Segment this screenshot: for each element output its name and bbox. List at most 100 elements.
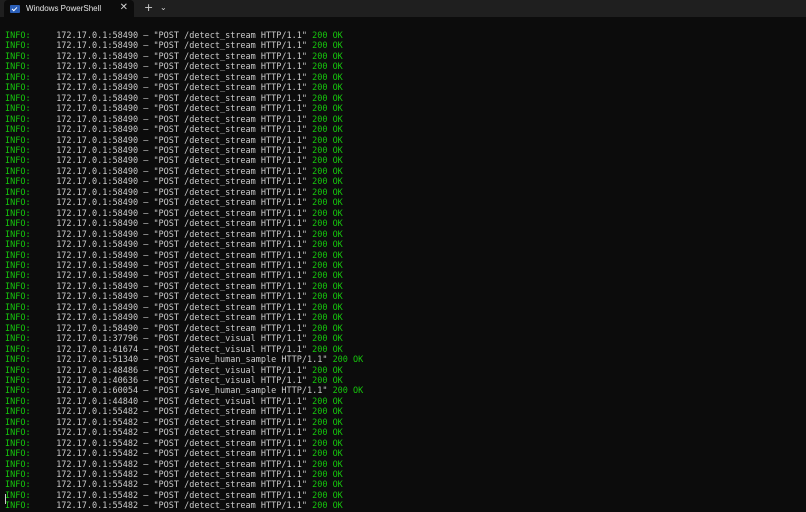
log-level: INFO: <box>5 334 31 345</box>
log-level: INFO: <box>5 386 31 397</box>
log-line: INFO: 172.17.0.1:60054 – "POST /save_hum… <box>5 386 364 397</box>
status-code: 200 OK <box>312 344 343 355</box>
log-line: INFO: 172.17.0.1:41674 – "POST /detect_v… <box>5 344 343 355</box>
request-line: "POST /detect_visual HTTP/1.1" <box>153 396 307 407</box>
log-line: INFO: 172.17.0.1:55482 – "POST /detect_s… <box>5 417 343 428</box>
request-line: "POST /detect_stream HTTP/1.1" <box>153 417 307 428</box>
request-line: "POST /detect_stream HTTP/1.1" <box>153 145 307 156</box>
log-level: INFO: <box>5 428 31 439</box>
request-line: "POST /detect_stream HTTP/1.1" <box>153 229 307 240</box>
log-level: INFO: <box>5 438 31 449</box>
log-level: INFO: <box>5 292 31 303</box>
request-line: "POST /detect_stream HTTP/1.1" <box>153 281 307 292</box>
log-line: INFO: 172.17.0.1:55482 – "POST /detect_s… <box>5 438 343 449</box>
client-address: 172.17.0.1:58490 <box>56 93 139 104</box>
client-address: 172.17.0.1:58490 <box>56 51 139 62</box>
text-cursor <box>5 494 6 504</box>
status-code: 200 OK <box>312 480 343 491</box>
status-code: 200 OK <box>312 145 343 156</box>
status-code: 200 OK <box>332 386 364 397</box>
request-line: "POST /detect_stream HTTP/1.1" <box>153 490 307 501</box>
log-level: INFO: <box>5 166 31 177</box>
status-code: 200 OK <box>312 271 343 282</box>
client-address: 172.17.0.1:41674 <box>56 344 139 355</box>
status-code: 200 OK <box>312 417 343 428</box>
status-code: 200 OK <box>312 104 343 115</box>
log-line: INFO: 172.17.0.1:55482 – "POST /detect_s… <box>5 470 343 481</box>
client-address: 172.17.0.1:55482 <box>56 480 139 491</box>
request-line: "POST /detect_stream HTTP/1.1" <box>153 177 307 188</box>
client-address: 172.17.0.1:58490 <box>56 41 139 52</box>
log-line: INFO: 172.17.0.1:58490 – "POST /detect_s… <box>5 51 343 62</box>
log-level: INFO: <box>5 313 31 324</box>
log-line: INFO: 172.17.0.1:55482 – "POST /detect_s… <box>5 480 343 491</box>
client-address: 172.17.0.1:58490 <box>56 208 139 219</box>
status-code: 200 OK <box>312 313 343 324</box>
request-line: "POST /detect_stream HTTP/1.1" <box>153 83 307 94</box>
log-level: INFO: <box>5 480 31 491</box>
status-code: 200 OK <box>312 396 343 407</box>
status-code: 200 OK <box>312 177 343 188</box>
log-level: INFO: <box>5 177 31 188</box>
client-address: 172.17.0.1:55482 <box>56 470 139 481</box>
log-level: INFO: <box>5 31 31 41</box>
client-address: 172.17.0.1:58490 <box>56 198 139 209</box>
client-address: 172.17.0.1:58490 <box>56 145 139 156</box>
title-bar: Windows PowerShell ✕ + ⌄ <box>0 0 806 17</box>
client-address: 172.17.0.1:58490 <box>56 187 139 198</box>
log-line: INFO: 172.17.0.1:48486 – "POST /detect_v… <box>5 365 343 376</box>
request-line: "POST /detect_stream HTTP/1.1" <box>153 428 307 439</box>
client-address: 172.17.0.1:58490 <box>56 135 139 146</box>
log-line: INFO: 172.17.0.1:55482 – "POST /detect_s… <box>5 459 343 470</box>
tab-windows-powershell[interactable]: Windows PowerShell ✕ <box>4 0 134 17</box>
status-code: 200 OK <box>312 334 343 345</box>
request-line: "POST /detect_stream HTTP/1.1" <box>153 480 307 491</box>
client-address: 172.17.0.1:58490 <box>56 240 139 251</box>
status-code: 200 OK <box>312 470 343 481</box>
status-code: 200 OK <box>312 292 343 303</box>
client-address: 172.17.0.1:55482 <box>56 428 139 439</box>
log-line: INFO: 172.17.0.1:55482 – "POST /detect_s… <box>5 449 343 460</box>
status-code: 200 OK <box>312 83 343 94</box>
status-code: 200 OK <box>312 240 343 251</box>
log-level: INFO: <box>5 240 31 251</box>
request-line: "POST /detect_stream HTTP/1.1" <box>153 51 307 62</box>
status-code: 200 OK <box>312 114 343 125</box>
log-level: INFO: <box>5 135 31 146</box>
close-tab-icon[interactable]: ✕ <box>120 2 128 14</box>
client-address: 172.17.0.1:58490 <box>56 313 139 324</box>
client-address: 172.17.0.1:58490 <box>56 323 139 334</box>
status-code: 200 OK <box>312 208 343 219</box>
request-line: "POST /detect_stream HTTP/1.1" <box>153 114 307 125</box>
status-code: 200 OK <box>312 62 343 73</box>
log-level: INFO: <box>5 125 31 136</box>
request-line: "POST /detect_stream HTTP/1.1" <box>153 208 307 219</box>
request-line: "POST /detect_stream HTTP/1.1" <box>153 93 307 104</box>
tab-title: Windows PowerShell <box>26 4 102 13</box>
status-code: 200 OK <box>312 135 343 146</box>
client-address: 172.17.0.1:58490 <box>56 281 139 292</box>
request-line: "POST /detect_visual HTTP/1.1" <box>153 334 307 345</box>
status-code: 200 OK <box>312 490 343 501</box>
terminal-output[interactable]: INFO: 172.17.0.1:58490 – "POST /detect_s… <box>5 31 805 512</box>
log-level: INFO: <box>5 355 31 366</box>
log-line: INFO: 172.17.0.1:58490 – "POST /detect_s… <box>5 166 343 177</box>
powershell-icon <box>10 4 20 13</box>
log-line: INFO: 172.17.0.1:58490 – "POST /detect_s… <box>5 313 343 324</box>
request-line: "POST /detect_stream HTTP/1.1" <box>153 31 307 41</box>
request-line: "POST /detect_stream HTTP/1.1" <box>153 438 307 449</box>
new-tab-button[interactable]: + <box>144 1 153 15</box>
log-line: INFO: 172.17.0.1:58490 – "POST /detect_s… <box>5 104 343 115</box>
chevron-down-icon[interactable]: ⌄ <box>160 2 167 14</box>
client-address: 172.17.0.1:51340 <box>56 355 139 366</box>
status-code: 200 OK <box>312 302 343 313</box>
log-line: INFO: 172.17.0.1:58490 – "POST /detect_s… <box>5 323 343 334</box>
log-line: INFO: 172.17.0.1:55482 – "POST /detect_s… <box>5 490 343 501</box>
status-code: 200 OK <box>312 250 343 261</box>
log-level: INFO: <box>5 281 31 292</box>
status-code: 200 OK <box>312 31 343 41</box>
request-line: "POST /detect_stream HTTP/1.1" <box>153 302 307 313</box>
log-level: INFO: <box>5 407 31 418</box>
request-line: "POST /detect_stream HTTP/1.1" <box>153 41 307 52</box>
status-code: 200 OK <box>312 407 343 418</box>
